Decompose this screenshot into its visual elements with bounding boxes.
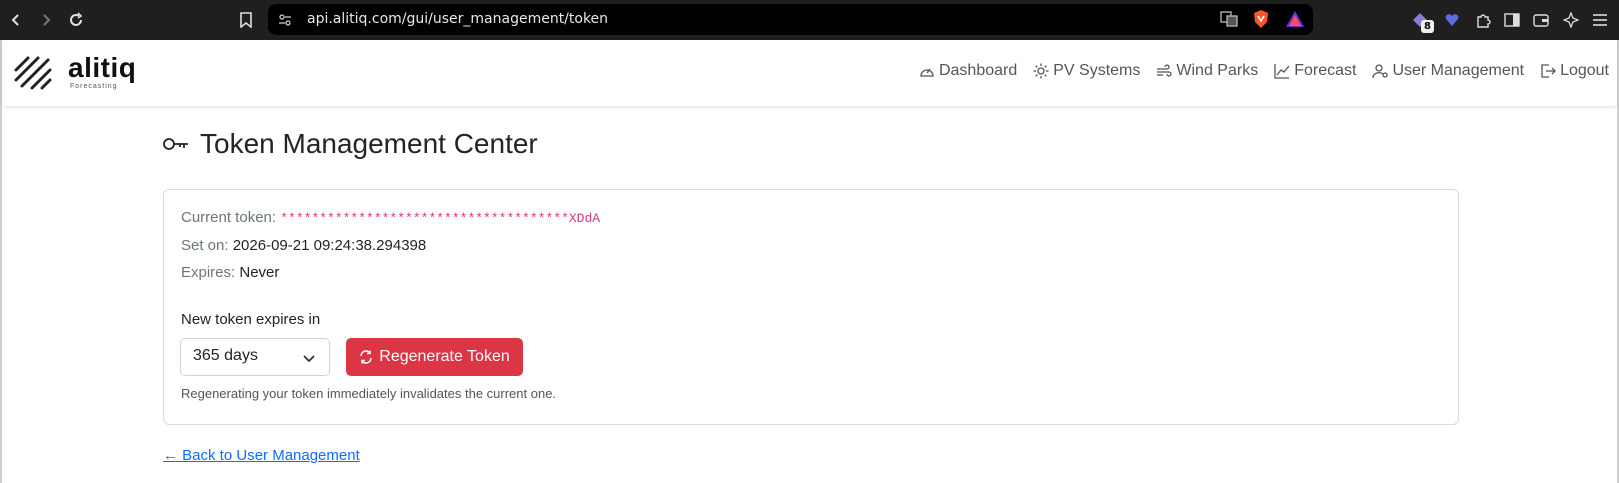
expires-value: Never <box>239 264 280 281</box>
set-on-row: Set on: 2026-09-21 09:24:38.294398 <box>181 237 426 254</box>
leo-ai-icon[interactable] <box>1560 9 1582 31</box>
nav-dashboard[interactable]: Dashboard <box>919 62 1017 80</box>
site-info-icon[interactable] <box>278 13 292 31</box>
expiry-select[interactable]: 365 days <box>180 338 330 376</box>
back-to-user-management-link[interactable]: ← Back to User Management <box>163 447 360 464</box>
translate-icon[interactable] <box>1220 10 1238 33</box>
menu-hamburger-icon[interactable] <box>1589 9 1611 31</box>
top-navbar: alitiq Forecasting Dashboard PV Systems … <box>2 40 1617 106</box>
sidebar-toggle-icon[interactable] <box>1501 9 1523 31</box>
current-token-label: Current token: <box>181 209 277 226</box>
sun-icon <box>1033 63 1049 79</box>
current-token-row: Current token: *************************… <box>181 209 600 226</box>
reload-icon[interactable] <box>64 8 88 32</box>
users-icon <box>1372 64 1389 79</box>
speedometer-icon <box>920 68 934 77</box>
nav-pv-systems[interactable]: PV Systems <box>1033 62 1140 80</box>
set-on-value: 2026-09-21 09:24:38.294398 <box>232 237 427 254</box>
expires-label: Expires: <box>181 264 236 281</box>
expires-row: Expires: Never <box>181 264 279 281</box>
wallet-icon[interactable] <box>1530 9 1552 31</box>
nav-wind-parks[interactable]: Wind Parks <box>1156 62 1258 80</box>
current-token-value: *************************************XDd… <box>280 211 601 226</box>
brave-shield-icon[interactable] <box>1252 9 1270 34</box>
main-menu: Dashboard PV Systems Wind Parks Forecast… <box>919 62 1609 80</box>
extensions-puzzle-icon[interactable] <box>1472 9 1494 31</box>
nav-forecast[interactable]: Forecast <box>1274 62 1356 80</box>
regenerate-hint: Regenerating your token immediately inva… <box>181 386 557 401</box>
chart-line-icon <box>1274 64 1290 79</box>
regenerate-token-button[interactable]: Regenerate Token <box>346 338 523 376</box>
nav-user-management[interactable]: User Management <box>1372 62 1524 80</box>
url-text: api.alitiq.com/gui/user_management/token <box>307 11 609 27</box>
vpn-heart-icon[interactable] <box>1441 9 1463 31</box>
refresh-icon <box>360 350 373 364</box>
browser-toolbar: api.alitiq.com/gui/user_management/token… <box>0 0 1619 40</box>
page-content: alitiq Forecasting Dashboard PV Systems … <box>0 40 1619 483</box>
brave-rewards-icon[interactable] <box>1285 10 1305 33</box>
bookmark-icon[interactable] <box>234 8 258 32</box>
page-heading: Token Management Center <box>162 128 538 160</box>
logout-icon <box>1541 64 1556 78</box>
token-card: Current token: *************************… <box>163 189 1459 425</box>
regenerate-token-label: Regenerate Token <box>379 348 510 365</box>
nav-logout[interactable]: Logout <box>1540 62 1609 80</box>
forward-arrow-icon[interactable] <box>34 8 58 32</box>
key-icon <box>163 138 188 150</box>
back-arrow-icon[interactable] <box>4 8 28 32</box>
new-token-expiry-label: New token expires in <box>181 311 321 328</box>
set-on-label: Set on: <box>181 237 229 254</box>
brand-tagline: Forecasting <box>70 83 118 90</box>
brand-name[interactable]: alitiq <box>68 52 136 84</box>
expiry-select-value: 365 days <box>193 347 258 364</box>
chevron-down-icon <box>303 351 315 369</box>
extension-badge: 8 <box>1421 20 1434 33</box>
alitiq-logo-icon[interactable] <box>14 56 52 95</box>
address-bar[interactable]: api.alitiq.com/gui/user_management/token <box>268 4 1313 35</box>
wind-icon <box>1157 64 1172 77</box>
page-title: Token Management Center <box>200 128 538 159</box>
